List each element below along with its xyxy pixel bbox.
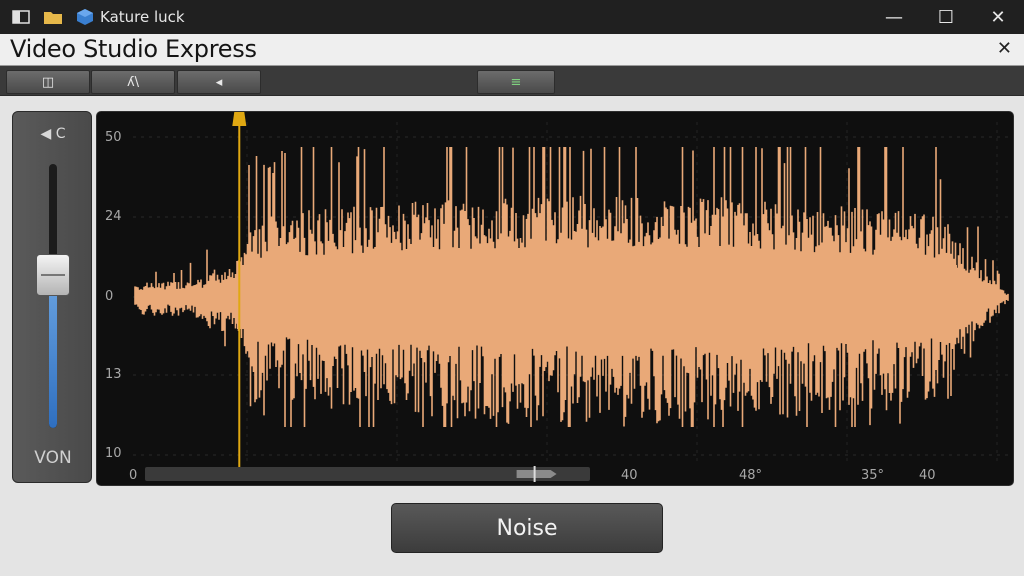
waveform-panel[interactable]: 50 24 0 13 10 0 40 48° 35° 40 <box>96 111 1014 486</box>
folder-icon[interactable] <box>42 6 64 28</box>
x-label: 35° <box>861 468 885 483</box>
maximize-button[interactable]: ☐ <box>920 0 972 34</box>
window-icon[interactable] <box>10 6 32 28</box>
toolbar: ◫ ʎ\ ◂ ≡ <box>0 66 1024 96</box>
minimize-button[interactable]: — <box>868 0 920 34</box>
y-label: 13 <box>105 367 122 382</box>
effects-button[interactable]: ʎ\ <box>91 70 175 94</box>
app-close-button[interactable]: ✕ <box>997 38 1012 59</box>
speaker-icon: ◀ C <box>40 126 66 142</box>
app-header: Video Studio Express ✕ <box>0 34 1024 66</box>
marker-icon: ◂ <box>215 74 223 90</box>
x-label: 0 <box>129 468 138 483</box>
volume-slider-thumb[interactable] <box>36 253 70 296</box>
equalizer-button[interactable]: ≡ <box>477 70 555 94</box>
volume-label: VON <box>34 448 72 468</box>
volume-fill <box>49 274 57 428</box>
waveform-canvas[interactable] <box>97 112 1014 486</box>
cube-app-icon <box>74 6 96 28</box>
os-window-title: Kature luck <box>100 8 185 26</box>
split-view-button[interactable]: ◫ <box>6 70 90 94</box>
playhead-handle <box>232 112 247 126</box>
volume-panel: ◀ C VON <box>12 111 92 483</box>
split-view-icon: ◫ <box>41 74 55 90</box>
y-label: 24 <box>105 209 122 224</box>
noise-button[interactable]: Noise <box>391 503 663 553</box>
y-label: 0 <box>105 289 114 304</box>
x-label: 48° <box>739 468 763 483</box>
app-title: Video Studio Express <box>10 35 257 63</box>
equalizer-icon: ≡ <box>510 74 522 90</box>
waveform-body <box>237 265 957 329</box>
scrollbar-thumb <box>516 470 557 478</box>
os-title-bar: Kature luck — ☐ ✕ <box>0 0 1024 34</box>
x-label: 40 <box>919 468 936 483</box>
y-label: 10 <box>105 446 122 461</box>
volume-track[interactable] <box>49 164 57 428</box>
x-label: 40 <box>621 468 638 483</box>
close-button[interactable]: ✕ <box>972 0 1024 34</box>
effects-icon: ʎ\ <box>126 74 140 90</box>
y-label: 50 <box>105 130 122 145</box>
marker-button[interactable]: ◂ <box>177 70 261 94</box>
